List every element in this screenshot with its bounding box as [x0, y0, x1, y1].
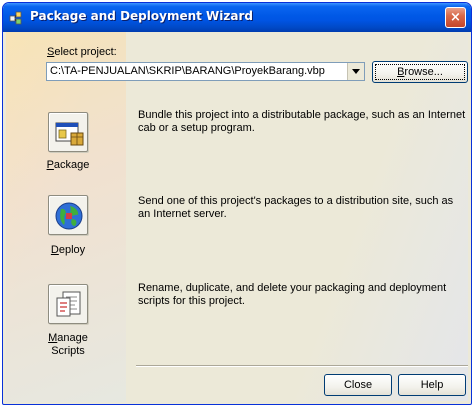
close-icon: ×	[450, 10, 461, 25]
project-combo-box[interactable]: C:\TA-PENJUALAN\SKRIP\BARANG\ProyekBaran…	[46, 62, 365, 81]
wizard-client-area: Select project: C:\TA-PENJUALAN\SKRIP\BA…	[6, 32, 468, 402]
button-separator	[136, 365, 468, 367]
wizard-window: Package and Deployment Wizard × Select p…	[2, 2, 472, 405]
package-icon	[55, 122, 84, 146]
wizard-app-icon	[9, 11, 22, 25]
package-label: Package	[46, 159, 90, 171]
deploy-button[interactable]	[48, 195, 88, 235]
manage-scripts-button[interactable]	[48, 284, 88, 324]
manage-scripts-description: Rename, duplicate, and delete your packa…	[138, 282, 447, 307]
browse-button[interactable]: Browse...	[372, 61, 468, 83]
package-description: Bundle this project into a distributable…	[138, 109, 466, 134]
deploy-description: Send one of this project's packages to a…	[138, 195, 454, 220]
manage-scripts-icon	[56, 291, 81, 317]
select-project-label: Select project:	[47, 46, 117, 58]
manage-scripts-label: Manage Scripts	[48, 332, 88, 357]
deploy-globe-icon	[55, 202, 83, 230]
chevron-down-icon[interactable]	[347, 63, 364, 80]
help-button[interactable]: Help	[398, 374, 466, 396]
deploy-label: Deploy	[50, 244, 86, 256]
window-title: Package and Deployment Wizard	[30, 9, 253, 23]
close-button[interactable]: Close	[324, 374, 392, 396]
window-close-button[interactable]: ×	[445, 7, 466, 28]
project-path-value: C:\TA-PENJUALAN\SKRIP\BARANG\ProyekBaran…	[50, 65, 325, 77]
title-bar[interactable]: Package and Deployment Wizard ×	[3, 3, 471, 32]
package-button[interactable]	[48, 112, 88, 152]
